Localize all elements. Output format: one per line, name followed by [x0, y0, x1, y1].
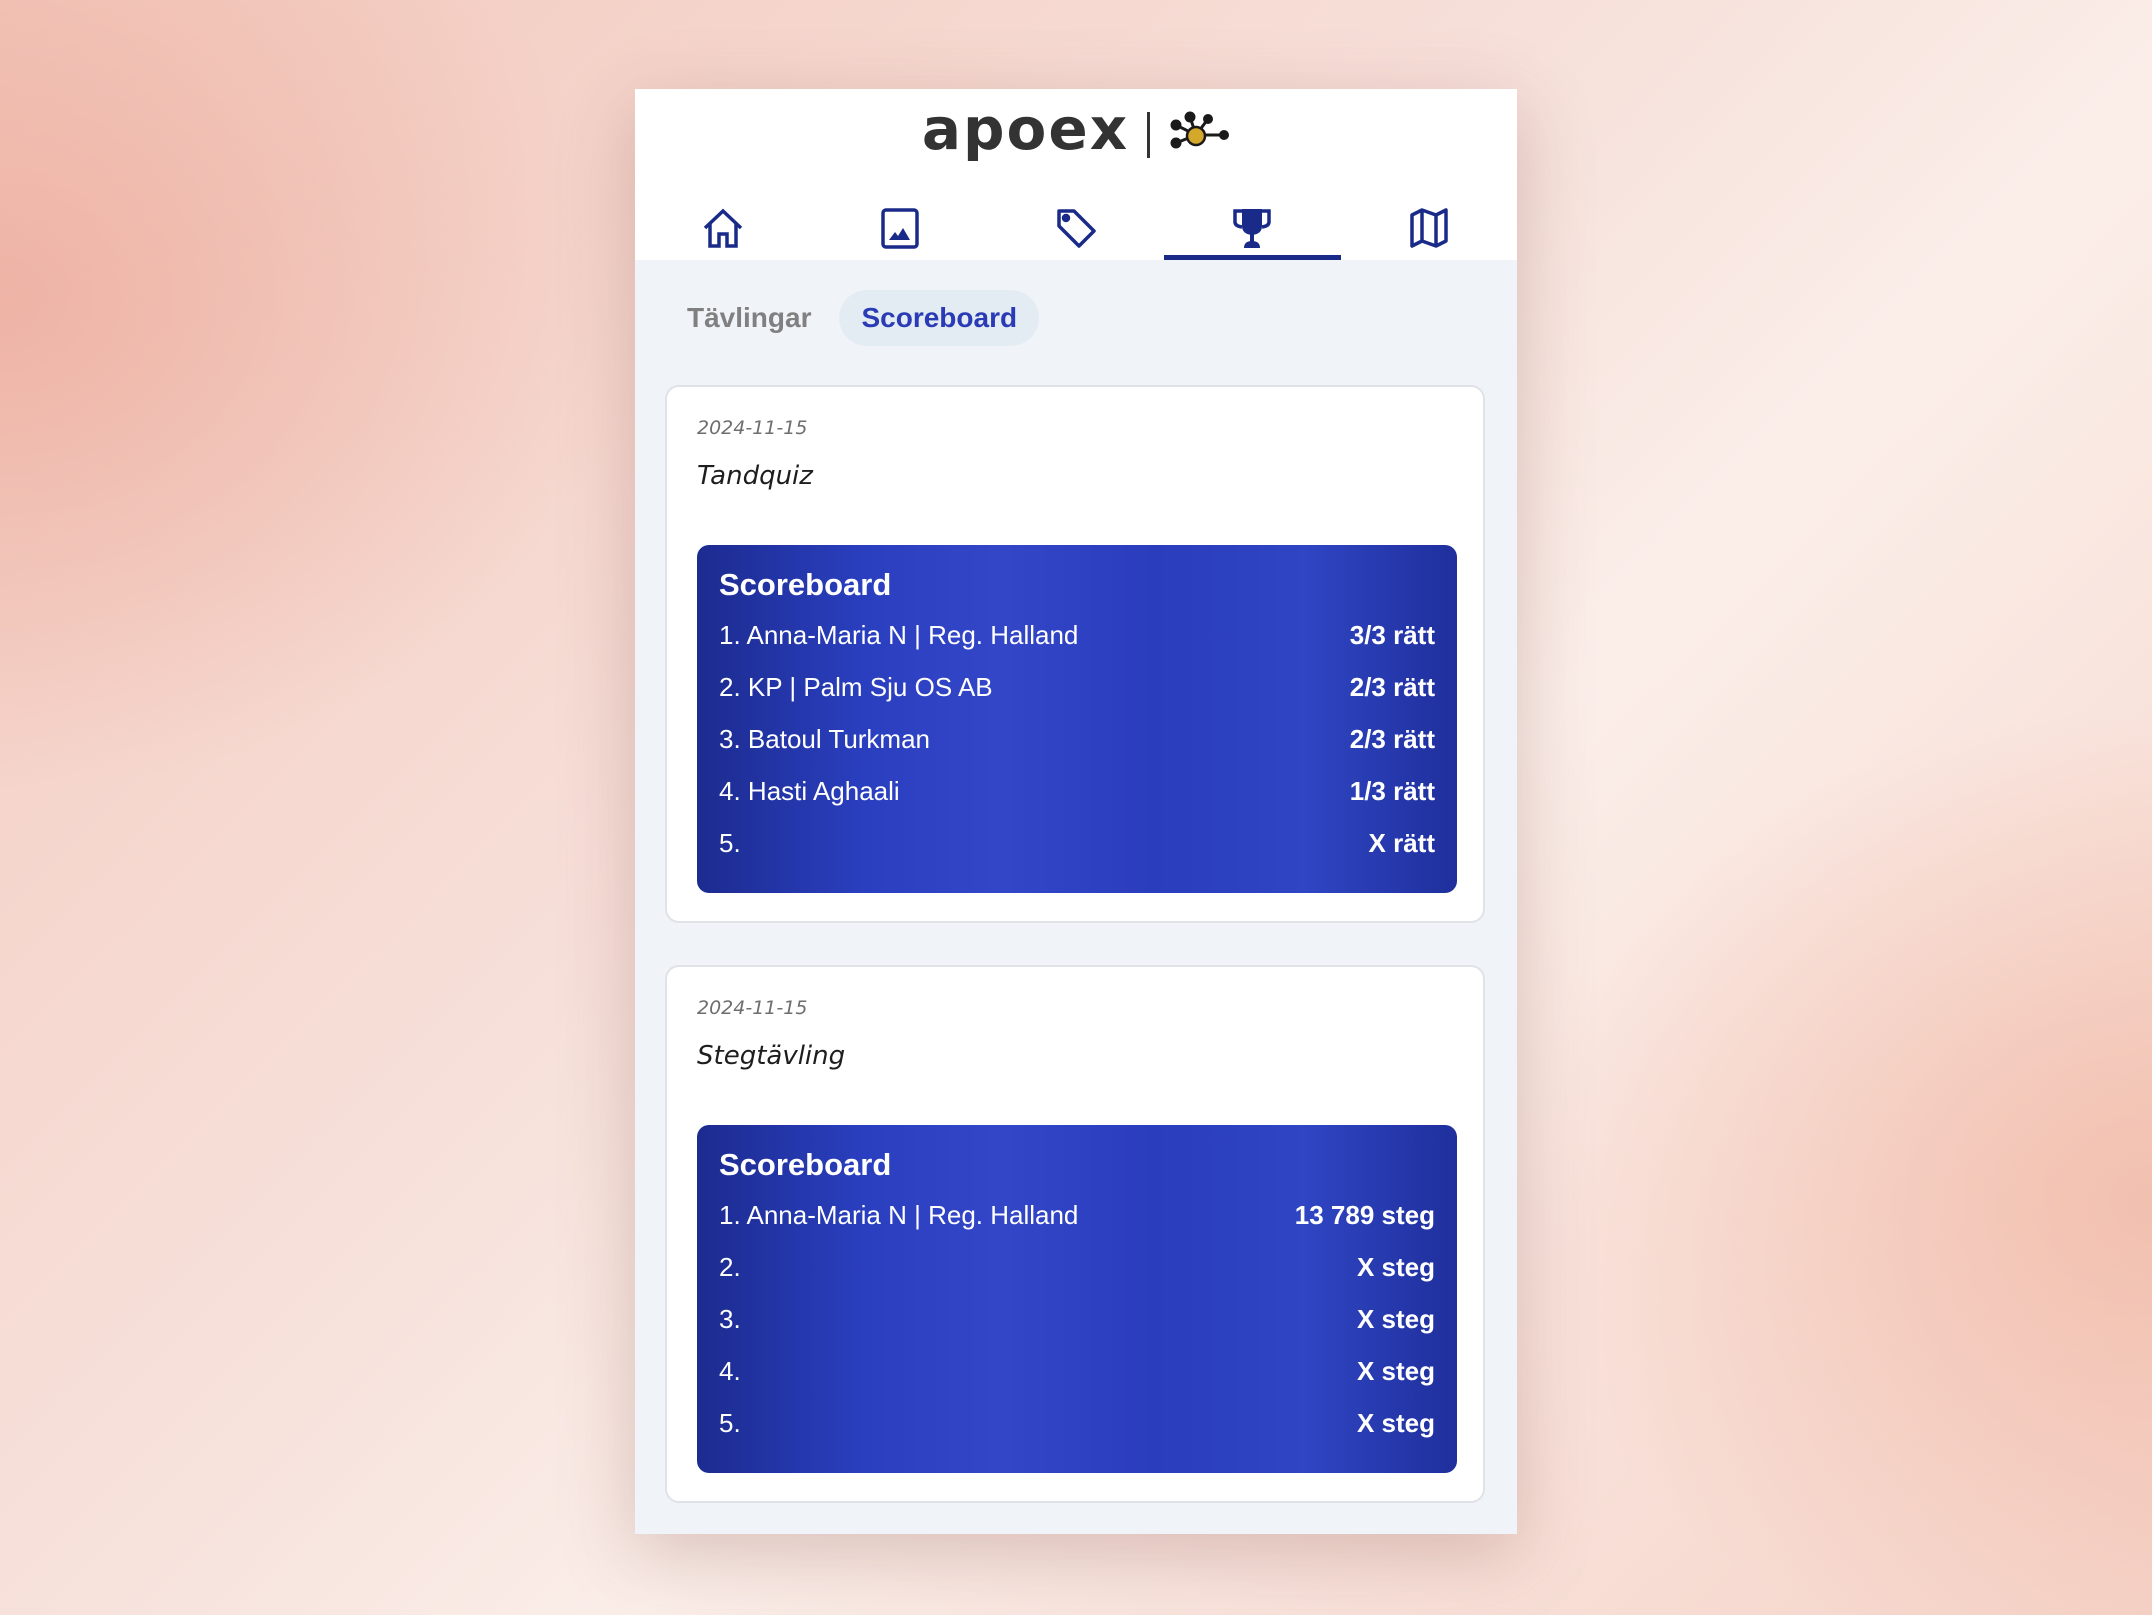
nav-map[interactable] [1341, 194, 1517, 260]
tab-scoreboard[interactable]: Scoreboard [839, 289, 1040, 346]
nav-offers[interactable] [988, 194, 1164, 260]
participant-score: 1/3 rätt [1349, 775, 1435, 806]
participant-score: 13 789 steg [1294, 1199, 1435, 1230]
nav-home[interactable] [635, 194, 811, 260]
competition-date: 2024-11-15 [697, 997, 808, 1019]
logo[interactable]: apoex [635, 100, 1517, 165]
participant-score: 3/3 rätt [1349, 619, 1435, 650]
participant-score: X steg [1356, 1251, 1435, 1282]
participant-name: 4. Hasti Aghaali [719, 775, 900, 806]
logo-divider [1147, 112, 1151, 158]
participant-score: X steg [1356, 1355, 1435, 1386]
map-icon [1407, 206, 1451, 254]
participant-name: 1. Anna-Maria N | Reg. Halland [719, 1199, 1079, 1230]
scoreboard-row: 1. Anna-Maria N | Reg. Halland 13 789 st… [719, 1189, 1435, 1241]
nav-competitions[interactable] [1164, 194, 1342, 260]
sub-tabs: Tävlingar Scoreboard [635, 260, 1517, 375]
participant-name: 5. [719, 827, 741, 858]
competition-title: Stegtävling [697, 1041, 846, 1071]
participant-name: 1. Anna-Maria N | Reg. Halland [719, 619, 1079, 650]
scoreboard-row: 5. X rätt [719, 817, 1435, 869]
participant-score: 2/3 rätt [1349, 723, 1435, 754]
participant-score: X steg [1356, 1407, 1435, 1438]
main-nav [635, 194, 1517, 260]
scoreboard-row: 2. X steg [719, 1241, 1435, 1293]
app-header: apoex [635, 89, 1517, 260]
network-node-icon [1168, 111, 1230, 159]
scoreboard-row: 1. Anna-Maria N | Reg. Halland 3/3 rätt [719, 609, 1435, 661]
competition-card: 2024-11-15 Stegtävling Scoreboard 1. Ann… [665, 965, 1485, 1503]
home-icon [701, 206, 745, 254]
tab-tavlingar[interactable]: Tävlingar [665, 290, 833, 346]
scoreboard-title: Scoreboard [719, 567, 892, 602]
participant-score: X steg [1356, 1303, 1435, 1334]
scoreboard-row: 3. X steg [719, 1293, 1435, 1345]
participant-score: 2/3 rätt [1349, 671, 1435, 702]
scoreboard-row: 3. Batoul Turkman 2/3 rätt [719, 713, 1435, 765]
participant-score: X rätt [1368, 827, 1435, 858]
competition-title: Tandquiz [697, 461, 813, 491]
competition-date: 2024-11-15 [697, 417, 808, 439]
participant-name: 2. KP | Palm Sju OS AB [719, 671, 993, 702]
scoreboard-row: 2. KP | Palm Sju OS AB 2/3 rätt [719, 661, 1435, 713]
image-icon [878, 206, 922, 254]
participant-name: 4. [719, 1355, 741, 1386]
scoreboard-row: 5. X steg [719, 1397, 1435, 1449]
competition-card: 2024-11-15 Tandquiz Scoreboard 1. Anna-M… [665, 385, 1485, 923]
logo-wordmark: apoex [921, 95, 1130, 163]
scoreboard: Scoreboard 1. Anna-Maria N | Reg. Hallan… [697, 1125, 1457, 1473]
participant-name: 3. [719, 1303, 741, 1334]
participant-name: 5. [719, 1407, 741, 1438]
participant-name: 3. Batoul Turkman [719, 723, 931, 754]
tag-icon [1054, 206, 1098, 254]
nav-gallery[interactable] [811, 194, 987, 260]
scoreboard-row: 4. X steg [719, 1345, 1435, 1397]
scoreboard-row: 4. Hasti Aghaali 1/3 rätt [719, 765, 1435, 817]
participant-name: 2. [719, 1251, 741, 1282]
trophy-icon [1230, 206, 1274, 254]
scoreboard-title: Scoreboard [719, 1147, 892, 1182]
app-window: apoex Tävlingar Scoreboard 2024-11-15 Ta… [635, 89, 1517, 1534]
scoreboard: Scoreboard 1. Anna-Maria N | Reg. Hallan… [697, 545, 1457, 893]
